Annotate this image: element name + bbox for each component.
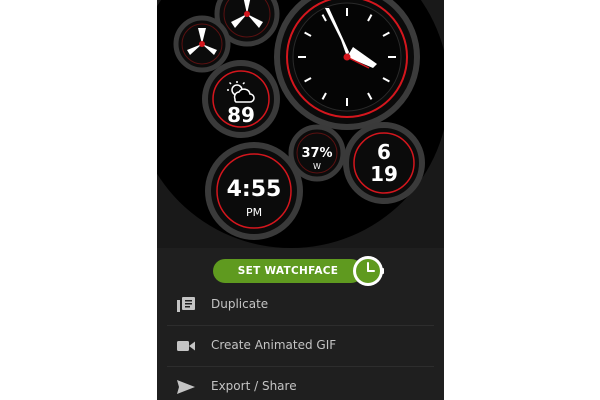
weather-temp: 89 [227, 103, 255, 127]
video-camera-icon [177, 341, 195, 351]
menu-item-label: Duplicate [211, 297, 269, 311]
date-top: 6 [377, 140, 391, 164]
digital-time: 4:55 [227, 177, 282, 202]
ampm-label: PM [246, 206, 262, 219]
set-watchface-button[interactable]: SET WATCHFACE [213, 259, 363, 283]
time-dial: 4:55 PM [205, 142, 303, 240]
share-icon [177, 380, 195, 394]
menu-item-label: Create Animated GIF [211, 338, 337, 352]
menu-item-export-share[interactable]: Export / Share [167, 366, 434, 400]
phone-screen: 89 4:55 PM 37% W 6 19 SET WATCHFACE Dupl… [157, 0, 444, 400]
watchface-canvas: 89 4:55 PM 37% W 6 19 [157, 0, 444, 248]
humidity-dial: 37% W [288, 124, 346, 182]
menu-item-label: Export / Share [211, 379, 297, 393]
menu-item-create-gif[interactable]: Create Animated GIF [167, 325, 434, 367]
clock-icon[interactable] [352, 255, 384, 287]
watchface-preview: 89 4:55 PM 37% W 6 19 [157, 0, 444, 248]
date-dial: 6 19 [343, 122, 425, 204]
humidity-unit: W [313, 162, 321, 171]
weather-dial: 89 [202, 60, 280, 138]
duplicate-icon [177, 297, 195, 312]
humidity-value: 37% [301, 146, 332, 161]
menu-item-duplicate[interactable]: Duplicate [167, 284, 434, 326]
date-bottom: 19 [370, 162, 398, 186]
spinner-dial-left [173, 15, 231, 73]
analog-clock [274, 0, 420, 130]
